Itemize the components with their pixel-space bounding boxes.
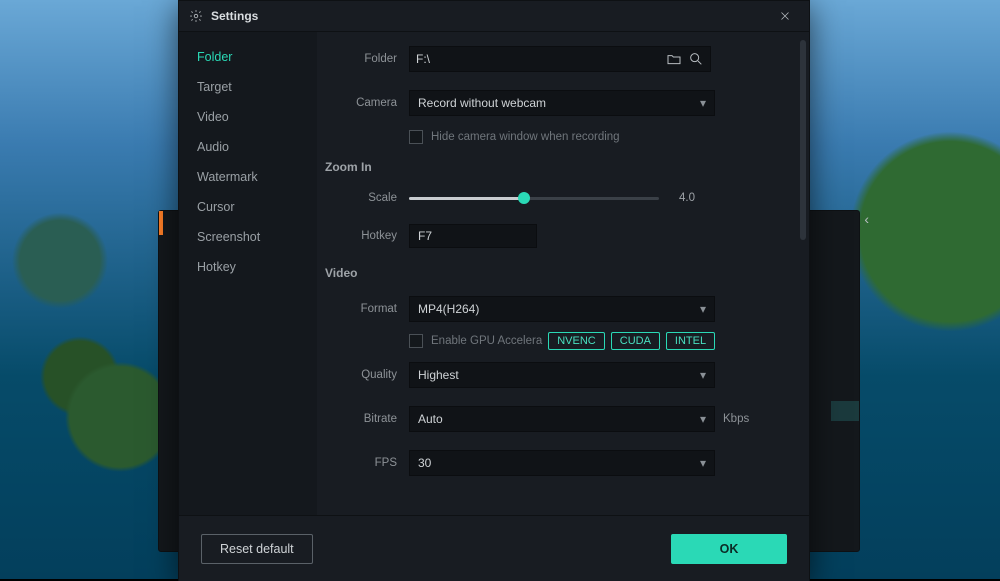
gpu-option-cuda[interactable]: CUDA xyxy=(611,332,660,350)
format-label: Format xyxy=(327,303,397,315)
sidebar-item-video[interactable]: Video xyxy=(179,102,317,132)
chevron-down-icon: ▾ xyxy=(700,412,706,426)
sidebar-item-folder[interactable]: Folder xyxy=(179,42,317,72)
camera-value: Record without webcam xyxy=(418,96,700,110)
scale-slider[interactable] xyxy=(409,190,659,206)
close-icon xyxy=(779,10,791,22)
format-select[interactable]: MP4(H264) ▾ xyxy=(409,296,715,322)
fps-value: 30 xyxy=(418,456,700,470)
gpu-accel-row: Enable GPU Accelera NVENC CUDA INTEL xyxy=(409,334,779,348)
chevron-left-icon: ‹ xyxy=(864,211,869,227)
hide-camera-row[interactable]: Hide camera window when recording xyxy=(409,130,779,144)
close-button[interactable] xyxy=(771,2,799,30)
gpu-option-intel[interactable]: INTEL xyxy=(666,332,715,350)
camera-label: Camera xyxy=(327,97,397,109)
slider-knob[interactable] xyxy=(518,192,530,204)
settings-content: Folder F:\ Camera xyxy=(317,32,797,515)
camera-select[interactable]: Record without webcam ▾ xyxy=(409,90,715,116)
gpu-option-nvenc[interactable]: NVENC xyxy=(548,332,605,350)
folder-label: Folder xyxy=(327,53,397,65)
settings-footer: Reset default OK xyxy=(179,515,809,581)
folder-path-value: F:\ xyxy=(416,52,666,66)
scale-label: Scale xyxy=(327,192,397,204)
gpu-accel-label: Enable GPU Accelera xyxy=(431,335,542,347)
ok-button[interactable]: OK xyxy=(671,534,787,564)
bitrate-label: Bitrate xyxy=(327,413,397,425)
video-section-title: Video xyxy=(325,266,779,280)
zoom-hotkey-input[interactable]: F7 xyxy=(409,224,537,248)
sidebar-item-hotkey[interactable]: Hotkey xyxy=(179,252,317,282)
sidebar-item-screenshot[interactable]: Screenshot xyxy=(179,222,317,252)
chevron-down-icon: ▾ xyxy=(700,368,706,382)
fps-select[interactable]: 30 ▾ xyxy=(409,450,715,476)
chevron-down-icon: ▾ xyxy=(700,456,706,470)
browse-folder-icon[interactable] xyxy=(666,51,682,67)
content-scrollbar[interactable] xyxy=(797,32,809,515)
settings-window: Settings FolderTargetVideoAudioWatermark… xyxy=(178,0,810,581)
quality-label: Quality xyxy=(327,369,397,381)
chevron-down-icon: ▾ xyxy=(700,96,706,110)
search-icon[interactable] xyxy=(688,51,704,67)
settings-sidebar: FolderTargetVideoAudioWatermarkCursorScr… xyxy=(179,32,317,515)
quality-select[interactable]: Highest ▾ xyxy=(409,362,715,388)
sidebar-item-audio[interactable]: Audio xyxy=(179,132,317,162)
zoom-hotkey-label: Hotkey xyxy=(327,230,397,242)
fps-label: FPS xyxy=(327,457,397,469)
folder-path-input[interactable]: F:\ xyxy=(409,46,711,72)
sidebar-item-watermark[interactable]: Watermark xyxy=(179,162,317,192)
quality-value: Highest xyxy=(418,368,700,382)
format-value: MP4(H264) xyxy=(418,302,700,316)
titlebar: Settings xyxy=(179,1,809,32)
hide-camera-checkbox[interactable] xyxy=(409,130,423,144)
window-title: Settings xyxy=(211,9,258,23)
sidebar-item-cursor[interactable]: Cursor xyxy=(179,192,317,222)
sidebar-item-target[interactable]: Target xyxy=(179,72,317,102)
bitrate-select[interactable]: Auto ▾ xyxy=(409,406,715,432)
gear-icon xyxy=(189,9,203,23)
bitrate-unit: Kbps xyxy=(723,413,749,425)
chevron-down-icon: ▾ xyxy=(700,302,706,316)
scale-value: 4.0 xyxy=(679,192,695,204)
gpu-accel-checkbox[interactable] xyxy=(409,334,423,348)
zoom-hotkey-value: F7 xyxy=(418,229,432,243)
scrollbar-thumb[interactable] xyxy=(800,40,806,240)
bitrate-value: Auto xyxy=(418,412,700,426)
hide-camera-label: Hide camera window when recording xyxy=(431,131,620,143)
zoom-section-title: Zoom In xyxy=(325,160,779,174)
reset-default-button[interactable]: Reset default xyxy=(201,534,313,564)
